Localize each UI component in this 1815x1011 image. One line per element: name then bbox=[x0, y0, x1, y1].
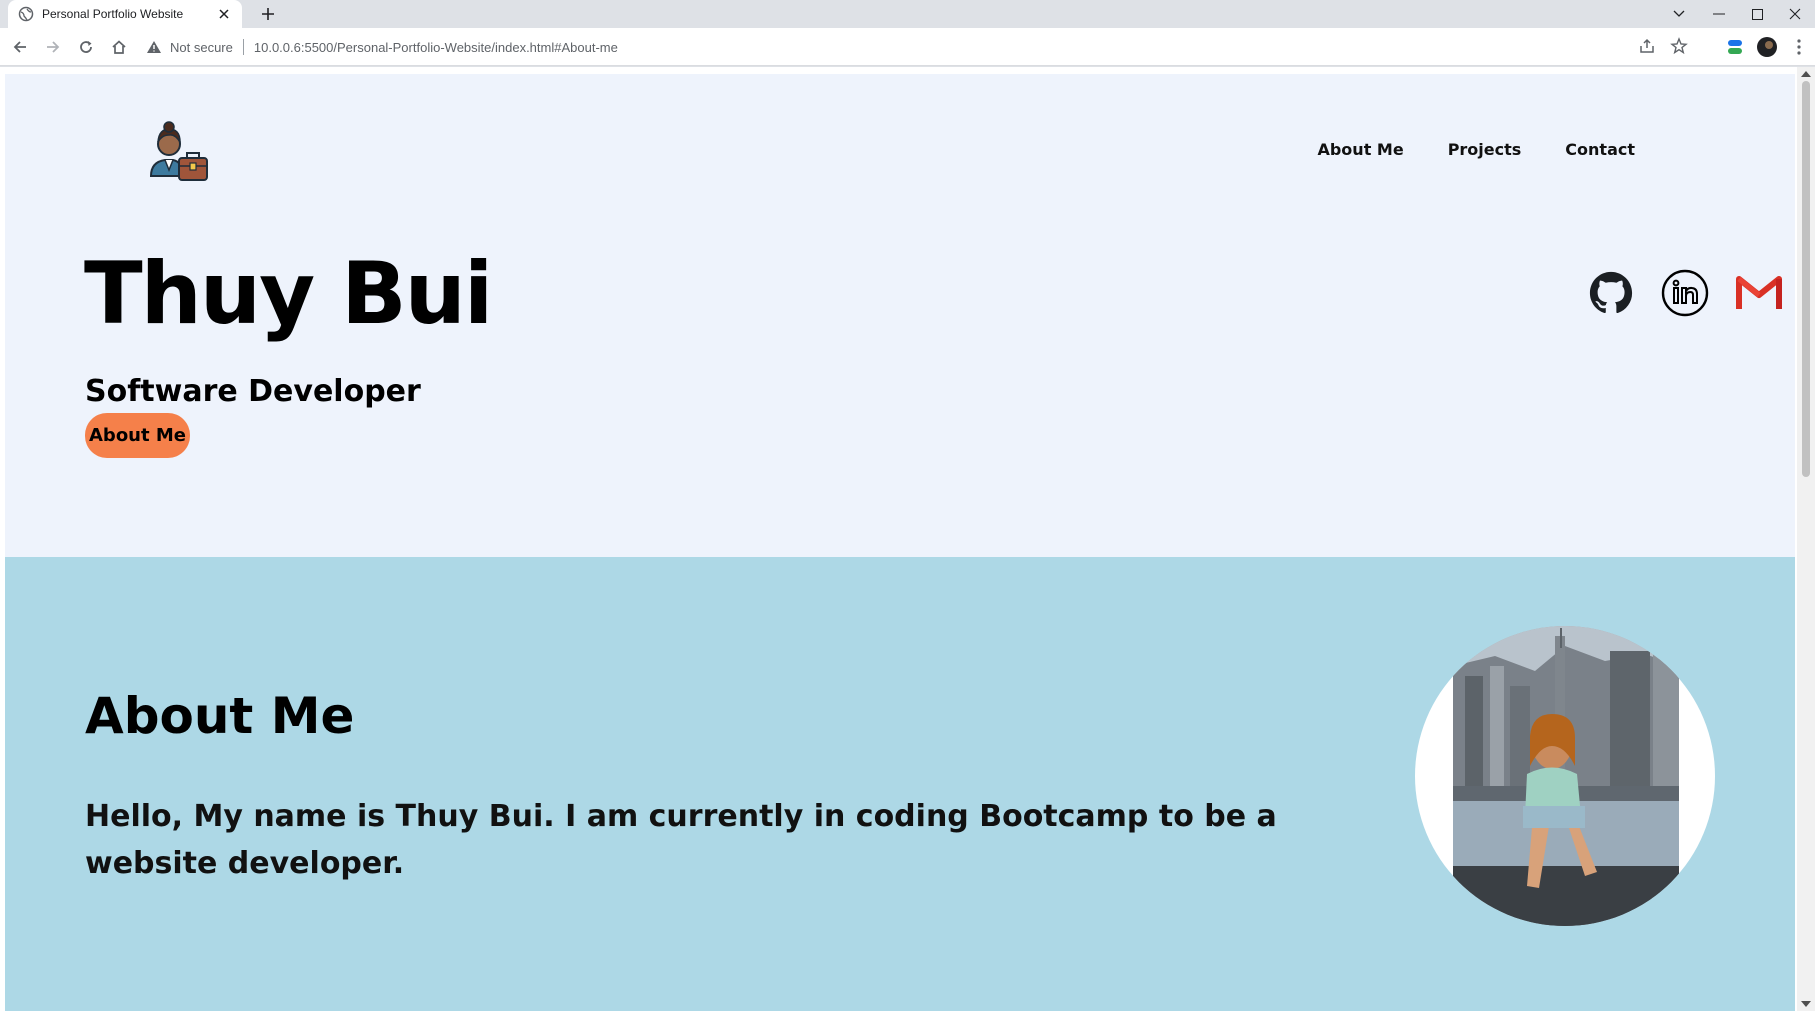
home-icon[interactable] bbox=[103, 31, 135, 63]
reload-icon[interactable] bbox=[70, 31, 102, 63]
main-nav: About Me Projects Contact bbox=[1317, 140, 1635, 159]
minimize-icon[interactable] bbox=[1699, 0, 1739, 28]
hero-name: Thuy Bui bbox=[84, 244, 493, 344]
chevron-down-icon[interactable] bbox=[1659, 0, 1699, 28]
bookmark-star-icon[interactable] bbox=[1670, 37, 1688, 59]
forward-arrow-icon[interactable] bbox=[37, 31, 69, 63]
page-viewport: About Me Projects Contact Thuy Bui Softw… bbox=[0, 67, 1815, 1011]
hero-role: Software Developer bbox=[85, 374, 421, 409]
close-tab-icon[interactable] bbox=[216, 6, 232, 22]
about-me-button[interactable]: About Me bbox=[85, 413, 190, 458]
omnibox-divider bbox=[242, 39, 244, 55]
security-status[interactable]: Not secure bbox=[170, 40, 233, 55]
scroll-down-icon[interactable] bbox=[1801, 1001, 1811, 1007]
about-section: About Me Hello, My name is Thuy Bui. I a… bbox=[5, 557, 1795, 1011]
new-tab-icon[interactable] bbox=[256, 2, 280, 26]
gmail-icon[interactable] bbox=[1735, 269, 1783, 317]
warning-icon[interactable] bbox=[146, 39, 162, 55]
nav-link-about-me[interactable]: About Me bbox=[1317, 140, 1403, 159]
nav-link-contact[interactable]: Contact bbox=[1565, 140, 1635, 159]
person-with-briefcase-icon[interactable] bbox=[145, 118, 215, 188]
nav-link-projects[interactable]: Projects bbox=[1448, 140, 1522, 159]
globe-icon bbox=[18, 6, 34, 22]
browser-tab[interactable]: Personal Portfolio Website bbox=[8, 0, 242, 28]
browser-tab-strip: Personal Portfolio Website bbox=[0, 0, 1815, 28]
linkedin-icon[interactable] bbox=[1661, 269, 1709, 317]
github-icon[interactable] bbox=[1587, 269, 1635, 317]
page-scrollbar[interactable] bbox=[1797, 67, 1815, 1011]
share-icon[interactable] bbox=[1638, 37, 1656, 59]
profile-photo bbox=[1415, 626, 1715, 926]
address-bar[interactable]: Not secure 10.0.0.6:5500/Personal-Portfo… bbox=[138, 31, 1696, 63]
extension-icon[interactable] bbox=[1719, 31, 1751, 63]
tab-title: Personal Portfolio Website bbox=[42, 7, 184, 21]
portfolio-page: About Me Projects Contact Thuy Bui Softw… bbox=[5, 74, 1795, 1011]
url-text[interactable]: 10.0.0.6:5500/Personal-Portfolio-Website… bbox=[254, 40, 618, 55]
scroll-up-icon[interactable] bbox=[1801, 71, 1811, 77]
menu-kebab-icon[interactable] bbox=[1783, 31, 1815, 63]
browser-toolbar: Not secure 10.0.0.6:5500/Personal-Portfo… bbox=[0, 28, 1815, 66]
maximize-icon[interactable] bbox=[1737, 0, 1777, 28]
scrollbar-thumb[interactable] bbox=[1802, 81, 1810, 477]
hero-section: About Me Projects Contact Thuy Bui Softw… bbox=[5, 74, 1795, 557]
close-window-icon[interactable] bbox=[1775, 0, 1815, 28]
back-arrow-icon[interactable] bbox=[4, 31, 36, 63]
about-title: About Me bbox=[85, 687, 355, 745]
about-description: Hello, My name is Thuy Bui. I am current… bbox=[85, 799, 1277, 881]
profile-avatar-icon[interactable] bbox=[1751, 31, 1783, 63]
